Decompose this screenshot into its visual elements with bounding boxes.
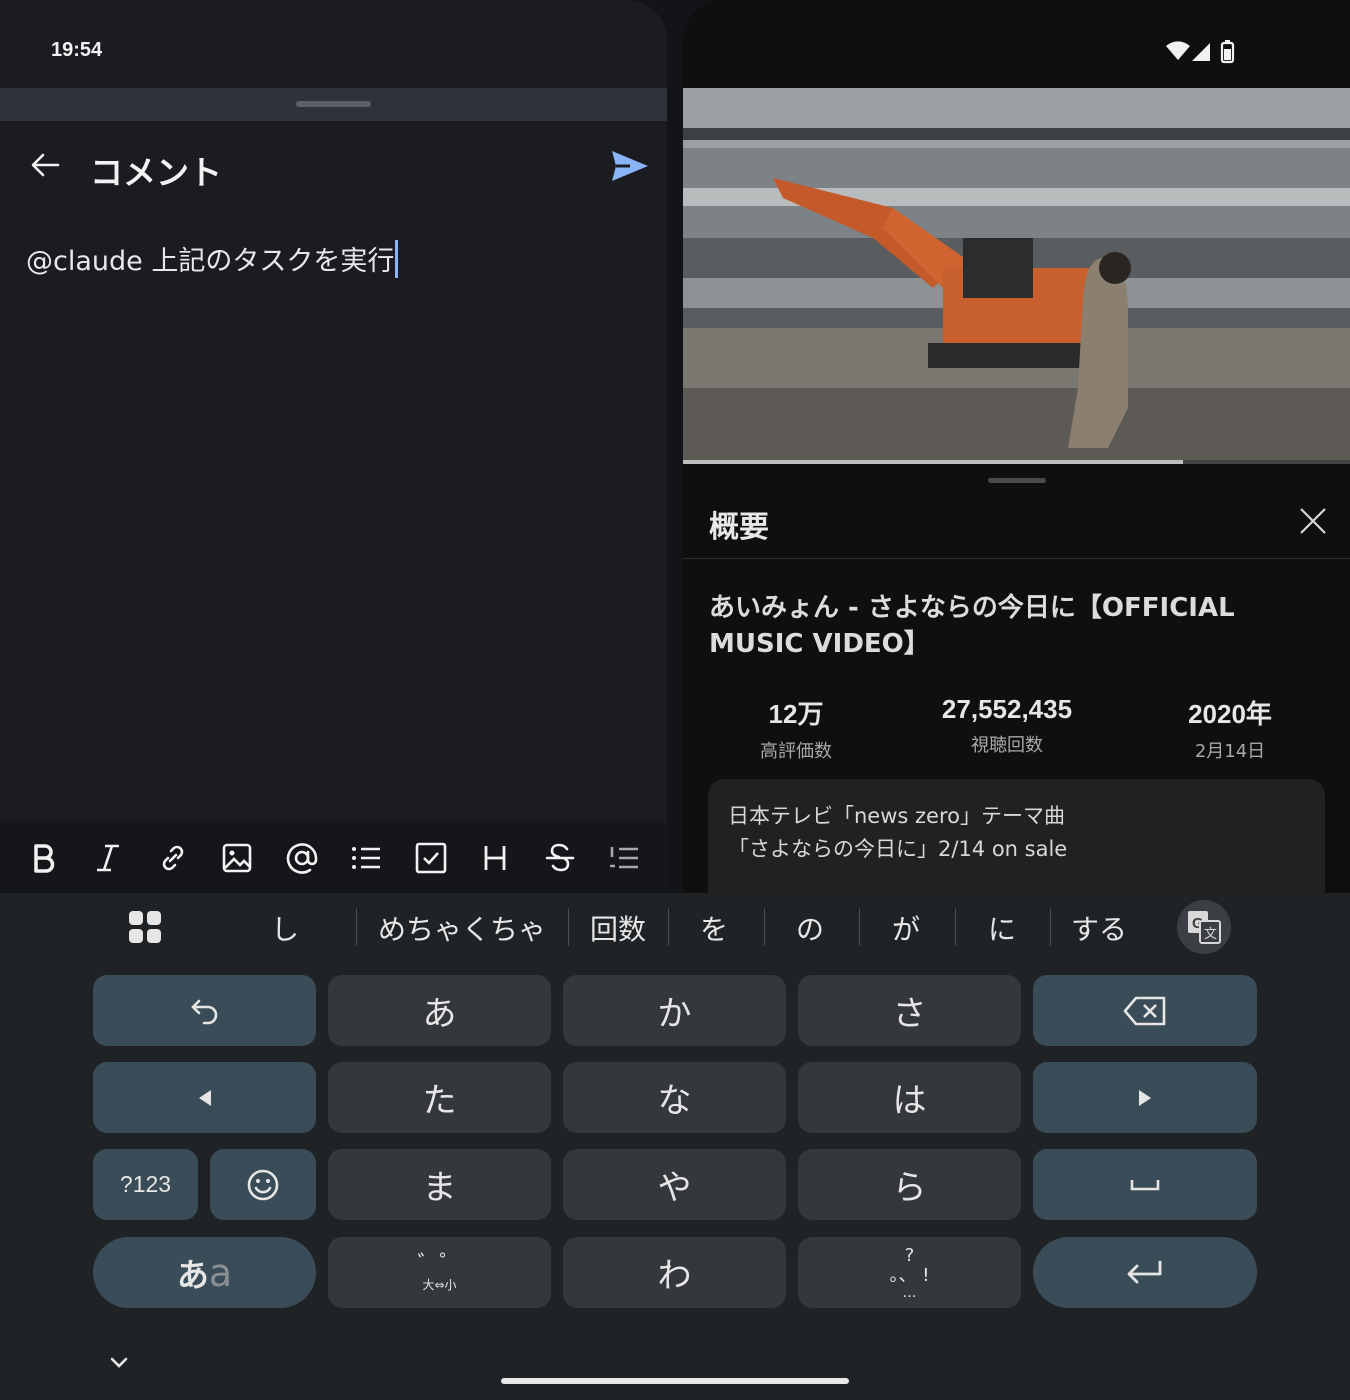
key-ta[interactable]: た bbox=[328, 1062, 551, 1133]
punct-top: ? bbox=[904, 1244, 915, 1266]
stat-value: 12万 bbox=[768, 699, 824, 729]
cursor-right-key[interactable] bbox=[1033, 1062, 1257, 1133]
suggestion[interactable]: 回数 bbox=[578, 908, 658, 948]
suggestion[interactable]: めちゃくちゃ bbox=[368, 908, 556, 948]
space-key[interactable] bbox=[1033, 1149, 1257, 1220]
description-line: 日本テレビ「news zero」テーマ曲 bbox=[728, 804, 1065, 828]
description-line: 「さよならの今日に」2/14 on sale bbox=[728, 837, 1068, 861]
numbered-list-icon[interactable] bbox=[604, 838, 644, 878]
status-time: 19:54 bbox=[51, 39, 103, 61]
strikethrough-icon[interactable] bbox=[540, 838, 580, 878]
wifi-signal-battery-icon bbox=[1166, 40, 1235, 64]
dakuten-key[interactable]: ゛゜ 大⇔小 bbox=[328, 1237, 551, 1308]
heading-icon[interactable] bbox=[475, 838, 515, 878]
comment-input[interactable]: @claude 上記のタスクを実行 bbox=[26, 239, 399, 278]
youtube-pane: 概要 あいみょん - さよならの今日に【OFFICIAL MUSIC VIDEO… bbox=[683, 0, 1350, 893]
panel-drag-handle[interactable] bbox=[988, 478, 1046, 483]
triangle-left-icon bbox=[198, 1089, 211, 1106]
stat-value: 27,552,435 bbox=[941, 694, 1073, 724]
keyboard bbox=[0, 893, 1350, 1400]
divider bbox=[356, 908, 357, 946]
mode-hiragana: あ bbox=[176, 1255, 209, 1294]
suggestion[interactable]: し bbox=[255, 908, 315, 948]
back-arrow-icon[interactable] bbox=[26, 146, 64, 184]
divider bbox=[568, 908, 569, 946]
key-ra[interactable]: ら bbox=[798, 1149, 1021, 1220]
status-icons bbox=[1164, 40, 1244, 66]
cursor-left-key[interactable] bbox=[93, 1062, 316, 1133]
enter-key[interactable] bbox=[1033, 1237, 1257, 1308]
undo-key[interactable] bbox=[93, 975, 316, 1046]
space-icon bbox=[1130, 1179, 1160, 1190]
divider bbox=[683, 558, 1350, 559]
key-na[interactable]: な bbox=[563, 1062, 786, 1133]
undo-icon bbox=[190, 999, 217, 1024]
key-ma[interactable]: ま bbox=[328, 1149, 551, 1220]
link-icon[interactable] bbox=[153, 838, 193, 878]
size-toggle-label: 大⇔小 bbox=[422, 1277, 457, 1292]
enter-icon bbox=[1127, 1260, 1162, 1283]
mention-icon[interactable] bbox=[282, 838, 322, 878]
translate-icon[interactable]: G文 bbox=[1177, 900, 1231, 954]
panel-title: 概要 bbox=[709, 510, 769, 545]
divider bbox=[859, 908, 860, 946]
triangle-right-icon bbox=[1139, 1089, 1151, 1106]
chevron-down-icon[interactable] bbox=[104, 1348, 134, 1378]
divider bbox=[668, 908, 669, 946]
suggestion[interactable]: する bbox=[1062, 908, 1136, 948]
stat-likes: 12万 高評価数 bbox=[741, 694, 851, 763]
format-toolbar bbox=[0, 823, 667, 893]
stat-label: 2月14日 bbox=[1194, 741, 1266, 762]
emoji-key[interactable] bbox=[210, 1149, 316, 1220]
stat-value: 2020年 bbox=[1188, 699, 1272, 729]
key-ka[interactable]: か bbox=[563, 975, 786, 1046]
dakuten-label: ゛゜ bbox=[417, 1251, 462, 1277]
bullet-list-icon[interactable] bbox=[346, 838, 386, 878]
stat-date: 2020年 2月14日 bbox=[1170, 694, 1290, 763]
divider bbox=[955, 908, 956, 946]
backspace-icon bbox=[1123, 996, 1166, 1025]
divider bbox=[1050, 908, 1051, 946]
suggestion[interactable]: の bbox=[780, 908, 840, 948]
sheet-drag-handle[interactable] bbox=[296, 101, 371, 107]
key-ha[interactable]: は bbox=[798, 1062, 1021, 1133]
italic-icon[interactable] bbox=[88, 838, 128, 878]
video-progress-played[interactable] bbox=[683, 460, 1184, 464]
key-a[interactable]: あ bbox=[328, 975, 551, 1046]
key-ya[interactable]: や bbox=[563, 1149, 786, 1220]
video-progress-remaining[interactable] bbox=[1183, 460, 1350, 464]
input-mode-key[interactable]: あa bbox=[93, 1237, 316, 1308]
video-title: あいみょん - さよならの今日に【OFFICIAL MUSIC VIDEO】 bbox=[709, 593, 1235, 659]
key-sa[interactable]: さ bbox=[798, 975, 1021, 1046]
emoji-icon bbox=[247, 1169, 279, 1200]
key-wa[interactable]: わ bbox=[563, 1237, 786, 1308]
comment-pane: 19:54 コメント @claude 上記のタスクを実行 bbox=[0, 0, 667, 893]
mode-latin: a bbox=[208, 1250, 233, 1295]
stat-views: 27,552,435 視聴回数 bbox=[927, 694, 1087, 757]
stat-label: 視聴回数 bbox=[971, 735, 1043, 756]
punctuation-key[interactable]: ? 。、 ! … bbox=[798, 1237, 1021, 1308]
checkbox-icon[interactable] bbox=[411, 838, 451, 878]
suggestion[interactable]: を bbox=[684, 908, 744, 948]
close-icon[interactable] bbox=[1296, 504, 1330, 538]
punct-bottom: … bbox=[902, 1284, 917, 1301]
stat-label: 高評価数 bbox=[760, 741, 832, 762]
description-text: 日本テレビ「news zero」テーマ曲 「さよならの今日に」2/14 on s… bbox=[728, 800, 1067, 866]
divider bbox=[764, 908, 765, 946]
apps-grid-icon[interactable] bbox=[129, 911, 161, 943]
punct-mid: 。、 ! bbox=[889, 1264, 930, 1286]
svg-text:文: 文 bbox=[1204, 927, 1217, 942]
backspace-key[interactable] bbox=[1033, 975, 1257, 1046]
text-caret bbox=[395, 239, 399, 278]
send-icon[interactable] bbox=[606, 145, 652, 187]
suggestion[interactable]: に bbox=[972, 908, 1032, 948]
page-title: コメント bbox=[90, 153, 222, 192]
comment-input-text: @claude 上記のタスクを実行 bbox=[26, 246, 395, 277]
video-player[interactable] bbox=[683, 88, 1350, 464]
symbols-key[interactable]: ?123 bbox=[93, 1149, 198, 1220]
bold-icon[interactable] bbox=[24, 838, 64, 878]
home-indicator[interactable] bbox=[501, 1378, 849, 1384]
image-icon[interactable] bbox=[217, 838, 257, 878]
suggestion[interactable]: が bbox=[876, 908, 936, 948]
